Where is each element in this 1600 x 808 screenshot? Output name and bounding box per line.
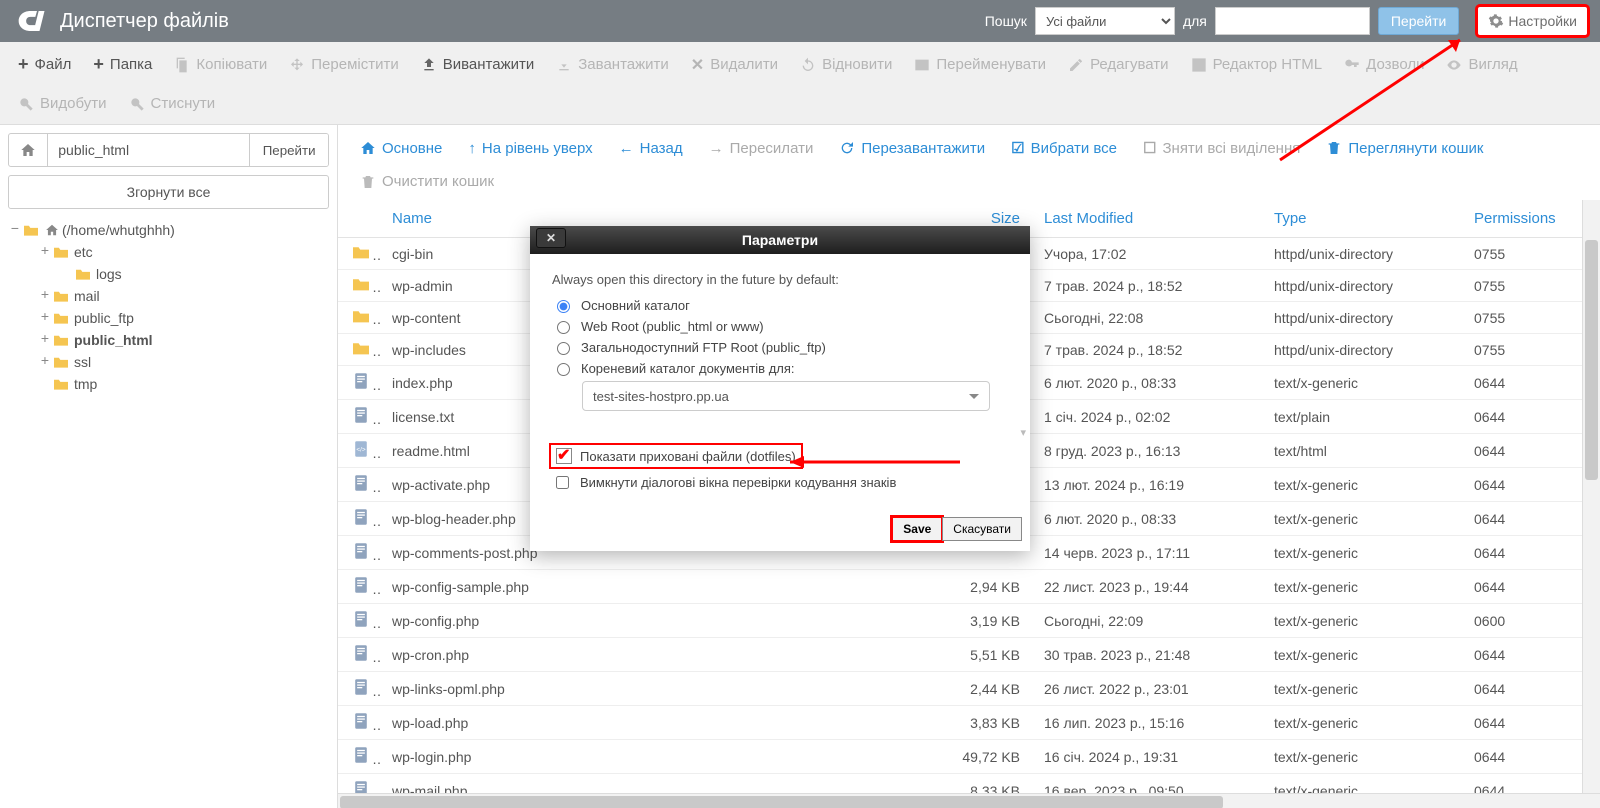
modal-heading: Always open this directory in the future…	[552, 272, 1008, 287]
save-button[interactable]: Save	[892, 517, 942, 541]
modal-close-button[interactable]: ✕	[536, 228, 566, 248]
show-hidden-row[interactable]: ✔ Показати приховані файли (dotfiles)	[552, 446, 1008, 466]
radio-webroot[interactable]: Web Root (public_html or www)	[552, 318, 1008, 334]
cancel-button[interactable]: Скасувати	[942, 517, 1022, 541]
modal-footer: Save Скасувати	[530, 509, 1030, 551]
preferences-modal: ✕ Параметри Always open this directory i…	[530, 226, 1030, 551]
radio-docroot[interactable]: Кореневий каталог документів для:	[552, 360, 1008, 376]
radio-main[interactable]: Основний каталог	[552, 297, 1008, 313]
modal-overlay: ✕ Параметри Always open this directory i…	[0, 0, 1600, 808]
checkbox-icon[interactable]: ✔	[556, 448, 572, 464]
docroot-select[interactable]: test-sites-hostpro.pp.ua	[582, 381, 990, 411]
radio-ftp[interactable]: Загальнодоступний FTP Root (public_ftp)	[552, 339, 1008, 355]
modal-title: Параметри	[742, 232, 818, 248]
disable-encoding-row[interactable]: Вимкнути діалогові вікна перевірки кодув…	[552, 473, 1008, 492]
scroll-down-icon: ▾	[1020, 426, 1026, 439]
modal-titlebar[interactable]: ✕ Параметри	[530, 226, 1030, 254]
